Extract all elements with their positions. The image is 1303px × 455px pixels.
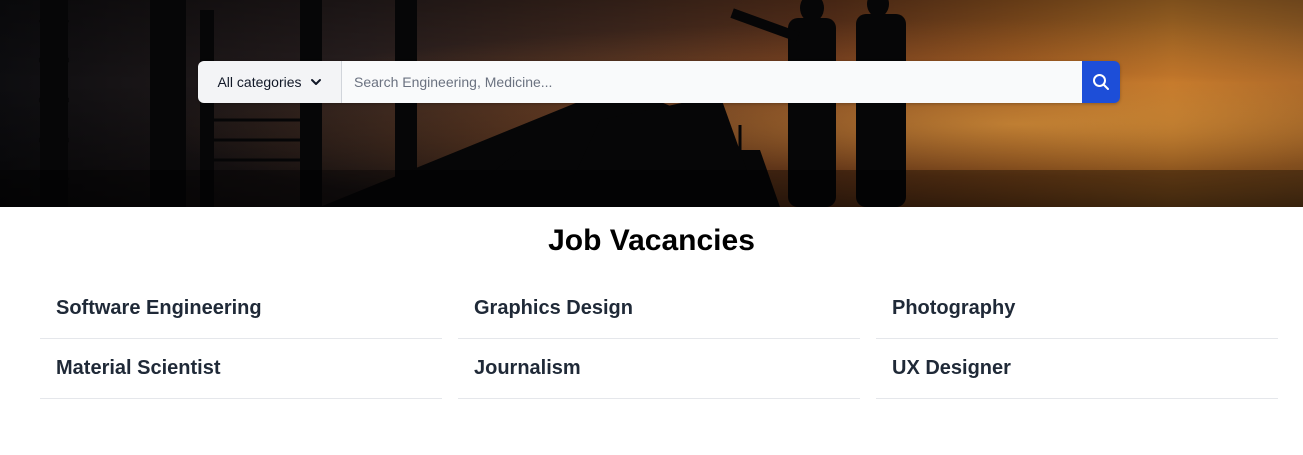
job-item-ux-designer[interactable]: UX Designer	[876, 339, 1278, 399]
job-item-graphics-design[interactable]: Graphics Design	[458, 279, 860, 339]
job-item-photography[interactable]: Photography	[876, 279, 1278, 339]
section-title: Job Vacancies	[548, 224, 755, 257]
job-vacancies-list: Software Engineering Graphics Design Pho…	[40, 279, 1278, 399]
job-item-journalism[interactable]: Journalism	[458, 339, 860, 399]
job-item-software-engineering[interactable]: Software Engineering	[40, 279, 442, 339]
job-item-material-scientist[interactable]: Material Scientist	[40, 339, 442, 399]
